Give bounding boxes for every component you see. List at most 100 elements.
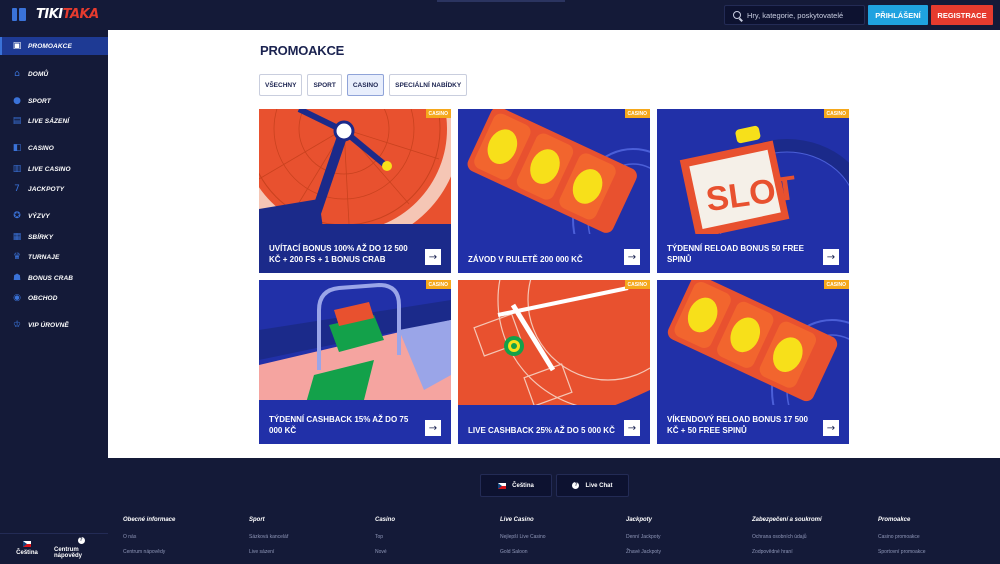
footer-link[interactable]: Top [375, 534, 395, 540]
help-center-link[interactable]: ? Centrum nápovědy [54, 534, 108, 562]
tab-casino[interactable]: CASINO [346, 74, 385, 96]
sidebar-item-label: LIVE CASINO [28, 165, 71, 173]
footer-link[interactable]: Ochrana osobních údajů [752, 534, 822, 540]
seven-icon: 7 [14, 184, 20, 194]
promo-card[interactable]: CASINO ZÁVOD V RULETĚ 200 000 KČ → [458, 109, 650, 273]
footer-heading: Obecné informace [123, 517, 176, 523]
promo-card[interactable]: CASINO UVÍTACÍ BONUS 100% AŽ DO 12 500 K… [259, 109, 451, 273]
ribbon-icon: ✪ [13, 211, 21, 221]
footer-link[interactable]: Sportovní promoakce [878, 549, 926, 555]
live-table-illustration [458, 280, 650, 444]
sidebar-item-promoakce[interactable]: ▣ PROMOAKCE [0, 37, 108, 55]
register-button[interactable]: REGISTRACE [931, 5, 993, 25]
promo-title: TÝDENNÍ CASHBACK 15% AŽ DO 75 000 KČ [269, 415, 409, 435]
sidebar-item-bonus-crab[interactable]: ☗ BONUS CRAB [0, 269, 108, 287]
tab-sport[interactable]: SPORT [307, 74, 342, 96]
arrow-right-icon[interactable]: → [425, 249, 441, 265]
live-chat-button[interactable]: ? Live Chat [556, 474, 629, 497]
sidebar-item-obchod[interactable]: ◉ OBCHOD [0, 289, 108, 307]
language-selector[interactable]: Čeština [0, 534, 54, 562]
footer-language-button[interactable]: Čeština [480, 474, 552, 497]
sidebar-item-vyzvy[interactable]: ✪ VÝZVY [0, 207, 108, 225]
footer-link[interactable]: Nejlepší Live Casino [500, 534, 546, 540]
sidebar-item-live-casino[interactable]: ▥ LIVE CASINO [0, 160, 108, 178]
logo-part-2: TAKA [62, 7, 100, 22]
footer-heading: Promoakce [878, 517, 911, 523]
search-box[interactable] [724, 5, 865, 25]
question-icon: ? [572, 482, 580, 489]
category-badge: CASINO [823, 109, 849, 118]
footer-heading: Live Casino [500, 517, 534, 523]
sidebar-item-label: BONUS CRAB [28, 274, 74, 282]
sidebar-item-label: TURNAJE [28, 253, 60, 261]
footer-link[interactable]: Casino promoakce [878, 534, 926, 540]
arrow-right-icon[interactable]: → [425, 420, 441, 436]
footer-link[interactable]: Denní Jackpoty [626, 534, 661, 540]
footer-link[interactable]: Žhavé Jackpoty [626, 549, 661, 555]
footer-link[interactable]: Gold Saloon [500, 549, 546, 555]
category-badge: CASINO [624, 109, 650, 118]
tab-specialni-nabidky[interactable]: SPECIÁLNÍ NABÍDKY [389, 74, 468, 96]
promo-title: TÝDENNÍ RELOAD BONUS 50 FREE SPINŮ [667, 244, 804, 264]
sidebar: ▣ PROMOAKCE ⌂ DOMŮ ● SPORT ▤ LIVE SÁZENÍ ◧ CA… [0, 30, 108, 562]
tab-vsechny[interactable]: VŠECHNY [259, 74, 303, 96]
arrow-right-icon[interactable]: → [823, 420, 839, 436]
promo-title: ZÁVOD V RULETĚ 200 000 KČ [468, 255, 583, 264]
menu-toggle-icon[interactable] [12, 8, 26, 21]
arrow-right-icon[interactable]: → [823, 249, 839, 265]
sidebar-item-label: PROMOAKCE [28, 42, 72, 50]
top-notch [437, 0, 565, 2]
promo-card[interactable]: CASINO VÍKENDOVÝ RELOAD BONUS 17 500 KČ … [657, 280, 849, 444]
sidebar-item-domu[interactable]: ⌂ DOMŮ [0, 65, 108, 83]
sidebar-item-label: SPORT [28, 97, 51, 105]
logo[interactable]: TIKITAKA [36, 7, 99, 22]
footer-language-label: Čeština [512, 482, 534, 489]
promo-card[interactable]: CASINO LIVE CASHBACK 25% AŽ DO 5 000 KČ … [458, 280, 650, 444]
footer-link[interactable]: Sázková kancelář [249, 534, 288, 540]
crown-icon: ♔ [12, 320, 22, 330]
footer-heading: Jackpoty [626, 517, 653, 523]
footer-link[interactable]: Nové [375, 549, 395, 555]
footer-column: Obecné informace O nás Centrum nápovědy [123, 517, 175, 564]
footer-column: Promoakce Casino promoakce Sportovní pro… [878, 517, 926, 564]
czech-flag-icon [23, 540, 31, 547]
sidebar-item-vip-urovne[interactable]: ♔ VIP ÚROVNĚ [0, 316, 108, 334]
promo-card[interactable]: SLOT CASINO TÝDENNÍ RELOAD BONUS 50 FREE… [657, 109, 849, 273]
footer-heading: Casino [375, 517, 396, 523]
crab-icon: ☗ [12, 273, 22, 283]
footer-heading: Sport [249, 517, 265, 523]
footer-link[interactable]: Zodpovědné hraní [752, 549, 822, 555]
top-bar: TIKITAKA PŘIHLÁŠENÍ REGISTRACE [0, 0, 1000, 30]
logo-part-1: TIKI [36, 7, 63, 22]
footer-column: Zabezpečení a soukromí Ochrana osobních … [752, 517, 822, 564]
sidebar-item-sbirky[interactable]: ▦ SBÍRKY [0, 228, 108, 246]
sidebar-item-jackpoty[interactable]: 7 JACKPOTY [0, 180, 108, 198]
page-title: PROMOAKCE [260, 43, 345, 58]
trophy-icon: ♛ [12, 252, 22, 262]
question-icon: ? [77, 537, 85, 544]
login-button[interactable]: PŘIHLÁŠENÍ [868, 5, 928, 25]
sidebar-item-turnaje[interactable]: ♛ TURNAJE [0, 248, 108, 266]
sidebar-item-casino[interactable]: ◧ CASINO [0, 139, 108, 157]
promo-title: UVÍTACÍ BONUS 100% AŽ DO 12 500 KČ + 200… [269, 244, 408, 264]
live-chat-label: Live Chat [585, 482, 613, 489]
arrow-right-icon[interactable]: → [624, 249, 640, 265]
sidebar-item-label: DOMŮ [28, 70, 49, 78]
sidebar-item-sport[interactable]: ● SPORT [0, 92, 108, 110]
sidebar-item-label: LIVE SÁZENÍ [28, 117, 70, 125]
category-badge: CASINO [624, 280, 650, 289]
footer-link[interactable]: Centrum nápovědy [123, 549, 175, 555]
collection-icon: ▦ [12, 232, 22, 242]
sidebar-item-live-sazeni[interactable]: ▤ LIVE SÁZENÍ [0, 112, 108, 130]
promo-card[interactable]: CASINO TÝDENNÍ CASHBACK 15% AŽ DO 75 000… [259, 280, 451, 444]
live-casino-icon: ▥ [12, 164, 22, 174]
footer-link[interactable]: O nás [123, 534, 175, 540]
footer-link[interactable]: Live sázení [249, 549, 288, 555]
search-input[interactable] [747, 10, 862, 20]
footer-column: Live Casino Nejlepší Live Casino Gold Sa… [500, 517, 546, 564]
arrow-right-icon[interactable]: → [624, 420, 640, 436]
footer-heading: Zabezpečení a soukromí [752, 517, 822, 523]
sidebar-item-label: OBCHOD [28, 294, 58, 302]
shop-icon: ◉ [13, 293, 21, 303]
footer: Čeština ? Live Chat Obecné informace O ná… [108, 458, 1000, 562]
